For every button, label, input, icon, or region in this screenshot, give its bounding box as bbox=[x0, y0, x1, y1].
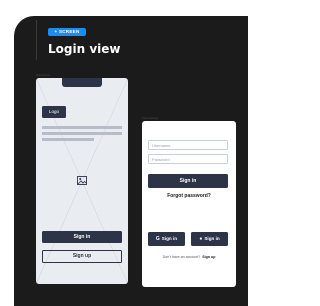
final-design-label: Final design bbox=[142, 116, 159, 120]
wireframe-label: Wireframe bbox=[36, 73, 50, 77]
wireframe-phone: Logo Sign in Sign up bbox=[36, 78, 128, 284]
username-field[interactable]: Username bbox=[148, 140, 228, 150]
image-icon bbox=[77, 176, 87, 185]
apple-sign-in-button[interactable]: ● Sign in bbox=[191, 232, 228, 246]
password-field[interactable]: Password bbox=[148, 154, 228, 164]
logo-placeholder: Logo bbox=[42, 106, 66, 118]
canvas: + SCREEN Login view Wireframe Final desi… bbox=[0, 0, 248, 306]
section-divider bbox=[36, 20, 37, 60]
screen-tag[interactable]: + SCREEN bbox=[48, 28, 86, 36]
wireframe-sign-in-button[interactable]: Sign in bbox=[42, 231, 122, 243]
google-sign-in-button[interactable]: G Sign in bbox=[148, 232, 185, 246]
no-account-text: Don't have an account? bbox=[162, 255, 201, 259]
forgot-password-link[interactable]: Forgot password? bbox=[142, 193, 236, 199]
text-line-placeholder bbox=[42, 138, 94, 141]
sign-up-prompt: Don't have an account? Sign up bbox=[142, 255, 236, 259]
text-line-placeholder bbox=[42, 126, 122, 129]
apple-sign-in-label: Sign in bbox=[204, 236, 220, 241]
phone-notch bbox=[62, 78, 102, 87]
design-phone: Username Password Sign in Forgot passwor… bbox=[142, 121, 236, 287]
sign-in-button[interactable]: Sign in bbox=[148, 174, 228, 188]
wireframe-sign-up-button[interactable]: Sign up bbox=[42, 250, 122, 263]
text-line-placeholder bbox=[42, 132, 122, 135]
google-icon: G bbox=[155, 236, 160, 242]
apple-icon: ● bbox=[199, 236, 203, 242]
page-title: Login view bbox=[48, 42, 121, 56]
google-sign-in-label: Sign in bbox=[161, 236, 178, 241]
sign-up-link[interactable]: Sign up bbox=[202, 255, 215, 259]
